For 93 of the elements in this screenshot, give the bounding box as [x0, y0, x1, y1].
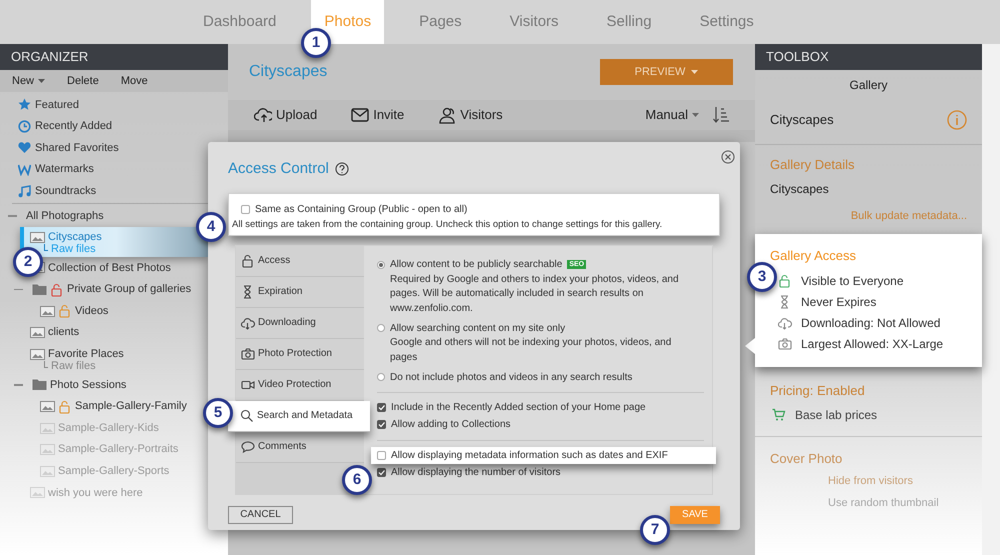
checkbox[interactable] [377, 468, 386, 477]
cloud-upload-icon [254, 106, 272, 124]
star-icon [18, 98, 31, 112]
lock-icon [778, 274, 792, 288]
option-description: Google and others will not be indexing your photos, videos, and pages [389, 336, 672, 364]
access-setting: Downloading: Not Allowed [801, 315, 940, 332]
tree-item[interactable]: Videos [75, 302, 108, 320]
tree-item[interactable]: Sample-Gallery-Family [75, 398, 187, 415]
section-title: Gallery Access [770, 247, 857, 265]
lock-icon [241, 254, 255, 268]
sort-dropdown[interactable]: Manual [645, 105, 699, 125]
sidebar-item[interactable]: Soundtracks [35, 182, 96, 200]
gallery-name: Cityscapes [770, 111, 834, 130]
checkbox-label: Allow adding to Collections [391, 418, 511, 432]
gallery-title: Cityscapes [249, 62, 328, 82]
sidebar-item[interactable]: Watermarks [35, 161, 94, 178]
checkmark-icon [378, 404, 385, 411]
checkbox[interactable] [377, 420, 386, 429]
people-icon [438, 106, 456, 124]
gallery-icon [40, 401, 55, 412]
section-title: Gallery Details [770, 156, 856, 174]
checkmark-icon [378, 469, 385, 476]
price-list-name: Base lab prices [795, 407, 878, 424]
checkbox[interactable] [377, 403, 386, 412]
toolbar-button[interactable]: Move [120, 72, 148, 90]
section-title: Cover Photo [770, 450, 844, 468]
gallery-icon [40, 422, 55, 434]
info-icon[interactable] [947, 110, 967, 130]
access-setting: Never Expires [801, 294, 876, 311]
checkbox[interactable] [377, 451, 386, 460]
tree-item[interactable]: Photo Sessions [50, 376, 126, 394]
radio-label: Do not include photos and videos in any search results [390, 370, 632, 384]
checkbox-label: Include in the Recently Added section of your Home page [391, 401, 646, 415]
sidebar-item[interactable]: Recently Added [35, 118, 112, 135]
checkbox-label: Allow displaying the number of visitors [391, 466, 561, 480]
tree-item[interactable]: All Photographs [26, 208, 104, 224]
close-icon[interactable] [721, 150, 735, 164]
dialog-title: Access Control [228, 159, 329, 179]
access-setting: Visible to Everyone [801, 273, 904, 290]
toolbar-button[interactable]: Delete [67, 72, 99, 90]
panel-header: ORGANIZER [0, 44, 228, 70]
checkbox-label: Allow displaying metadata information such as dates and EXIF [391, 449, 668, 463]
radio-button[interactable] [377, 373, 385, 381]
gallery-icon [30, 232, 45, 243]
gallery-icon [40, 306, 55, 317]
help-icon[interactable] [334, 162, 349, 176]
folder-icon [32, 283, 47, 296]
radio-label: Allow content to be publicly searchable [390, 258, 562, 272]
caret-icon [38, 79, 46, 83]
new-dropdown[interactable]: New [12, 72, 46, 90]
clock-icon [18, 120, 31, 133]
tree-item[interactable]: Private Group of galleries [67, 281, 192, 298]
folder-icon [32, 378, 47, 392]
shopping-cart-icon [772, 408, 786, 422]
toolbar-button[interactable]: Visitors [438, 105, 503, 125]
gallery-icon [30, 327, 45, 338]
help-text: All settings are taken from the containing group. Uncheck this option to change settings for this gallery. [232, 218, 664, 232]
gallery-name: Cityscapes [770, 180, 830, 198]
section-title: Pricing: Enabled [770, 382, 866, 400]
heart-icon [18, 141, 31, 154]
cloud-download-icon [778, 316, 792, 330]
sidebar-item[interactable]: Featured [35, 96, 80, 114]
panel-header: TOOLBOX [755, 44, 982, 70]
tree-item[interactable]: Collection of Best Photos [48, 260, 171, 276]
sidebar-item[interactable]: Shared Favorites [35, 140, 119, 156]
tree-item[interactable]: clients [48, 324, 80, 341]
toolbar-button[interactable]: Upload [254, 105, 318, 125]
cancel-button[interactable]: CANCEL [228, 506, 293, 524]
sort-icon[interactable] [713, 106, 729, 124]
dialog-tab[interactable]: Search and Metadata [228, 400, 370, 432]
search-icon [240, 408, 254, 422]
checkbox-label: Same as Containing Group (Public - open to all) [255, 202, 468, 216]
speech-bubble-icon [241, 440, 255, 454]
access-setting: Largest Allowed: XX-Large [801, 336, 944, 353]
cloud-download-icon [241, 316, 255, 330]
radio-button[interactable] [377, 324, 385, 332]
checkbox[interactable] [241, 204, 250, 214]
gallery-icon [40, 444, 55, 456]
caret-icon [691, 70, 698, 74]
checkmark-icon [378, 421, 385, 428]
gallery-icon [40, 466, 55, 477]
radio-button[interactable] [377, 260, 385, 268]
w-logo-icon [18, 163, 31, 176]
caret-icon [692, 113, 699, 117]
radio-label: Allow searching content on my site only [390, 322, 566, 336]
gallery-icon [30, 487, 45, 498]
camera-icon [778, 337, 792, 351]
camera-icon [241, 346, 255, 360]
option-description: Required by Google and others to index your photos, videos, and pages. Will be automatically included in search results on www.zenfolio.com. [389, 272, 680, 316]
section-heading: Gallery [848, 77, 888, 94]
toolbar-button[interactable]: Invite [351, 105, 404, 125]
music-note-icon [18, 184, 31, 198]
envelope-icon [351, 106, 370, 124]
